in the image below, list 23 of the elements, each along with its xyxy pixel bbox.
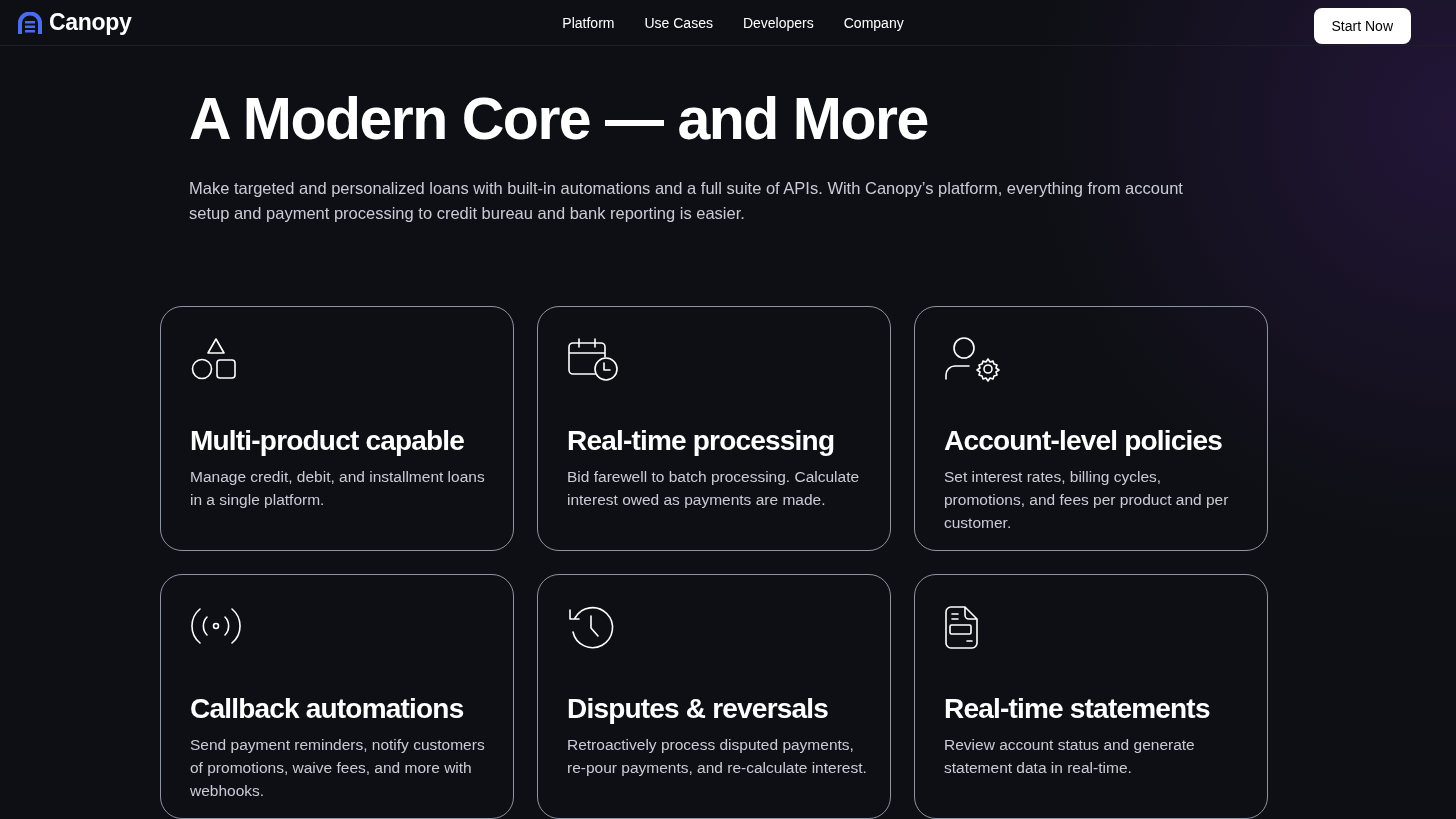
start-now-button[interactable]: Start Now xyxy=(1313,7,1411,44)
page-heading: A Modern Core — and More xyxy=(189,85,929,154)
intro-paragraph: Make targeted and personalized loans with built-in automations and a full suite of APIs. With Canopy’s platform, everything from account setup and payment processing to credit bureau and bank reporting is easier. xyxy=(189,178,1184,224)
logo-text: Canopy xyxy=(49,9,132,36)
feature-description: Bid farewell to batch processing. Calculate interest owed as payments are made. xyxy=(567,467,861,510)
feature-description: Manage credit, debit, and installment loans in a single platform. xyxy=(190,467,486,510)
feature-title: Real-time processing xyxy=(567,424,836,458)
nav-link[interactable]: Company xyxy=(843,14,904,31)
user-gear-icon xyxy=(944,336,1000,384)
feature-title: Account-level policies xyxy=(944,424,1224,458)
feature-description: Review account status and generate statement data in real-time. xyxy=(944,735,1196,778)
nav-link[interactable]: Developers xyxy=(742,14,814,31)
document-icon xyxy=(944,604,980,652)
feature-title: Multi-product capable xyxy=(190,424,466,458)
feature-title: Callback automations xyxy=(190,692,465,726)
feature-description: Set interest rates, billing cycles, promotions, and fees per product and per customer. xyxy=(944,467,1230,533)
nav-link[interactable]: Use Cases xyxy=(644,14,713,31)
feature-title: Disputes & reversals xyxy=(567,692,830,726)
nav-link[interactable]: Platform xyxy=(562,14,615,31)
feature-description: Send payment reminders, notify customers of promotions, waive fees, and more with webhooks. xyxy=(190,735,486,801)
feature-description: Retroactively process disputed payments, re-pour payments, and re-calculate interest. xyxy=(567,735,867,778)
feature-title: Real-time statements xyxy=(944,692,1211,726)
logo-icon xyxy=(17,11,43,34)
